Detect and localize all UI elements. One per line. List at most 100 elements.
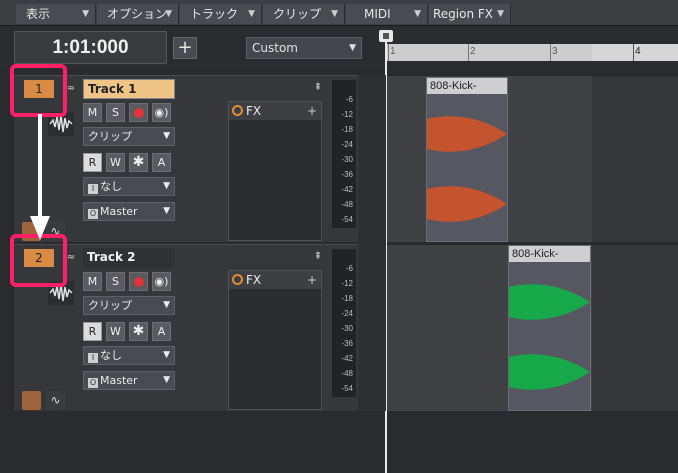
record-arm-button[interactable] [129,272,148,291]
chevron-down-icon: ▼ [165,9,172,19]
automation-a-button[interactable]: A [152,153,171,172]
preset-select[interactable]: Custom ▼ [246,37,362,59]
meter-scale-label: -36 [341,339,353,348]
meter-scale-label: -12 [341,279,353,288]
empty-timeline-area[interactable] [386,411,678,473]
automation-read-button[interactable]: R [83,153,102,172]
input-icon: I [88,353,98,363]
arrow-down-icon [30,114,50,240]
menu-clip[interactable]: クリップ ▼ [263,4,345,24]
add-fx-icon[interactable]: + [307,271,317,289]
menu-options[interactable]: オプション ▼ [97,4,179,24]
automation-write-button[interactable]: W [106,322,125,341]
automation-read-button[interactable]: R [83,322,102,341]
fx-label: FX [246,273,262,287]
meter-scale-label: -48 [341,369,353,378]
ruler-tick [633,44,634,61]
automation-a-button[interactable]: A [152,322,171,341]
output-value: Master [100,205,138,218]
input-select[interactable]: I なし ▼ [83,177,175,196]
power-icon[interactable] [232,105,243,116]
timecode-display[interactable]: 1:01:000 [14,31,167,64]
solo-button[interactable]: S [106,103,125,122]
chevron-down-icon: ▼ [163,375,170,385]
menu-options-label: オプション [107,7,168,21]
input-icon: I [88,184,98,194]
automation-asterisk-button[interactable]: ✱ [129,322,148,341]
meter-scale-label: -30 [341,324,353,333]
menu-bar: 表示 ▼ オプション ▼ トラック ▼ クリップ ▼ MIDI ▼ Region FX ▼ [0,0,678,26]
chevron-down-icon: ▼ [248,9,255,19]
menu-view[interactable]: 表示 ▼ [16,4,96,24]
input-value: なし [100,349,122,362]
fx-rack[interactable]: FX + [228,270,322,410]
meter-scale-label: -48 [341,200,353,209]
automation-lane-icon[interactable]: ∿ [46,391,65,410]
menu-midi[interactable]: MIDI ▼ [346,4,428,24]
ruler-mark: 4 [635,46,641,57]
collapse-track-icon[interactable]: ⇞ [312,82,324,94]
clip-mode-select[interactable]: クリップ ▼ [83,127,175,146]
solo-button[interactable]: S [106,272,125,291]
mute-button[interactable]: M [83,272,102,291]
record-icon [133,277,144,287]
automation-write-button[interactable]: W [106,153,125,172]
menu-clip-label: クリップ [273,7,322,21]
mute-button[interactable]: M [83,103,102,122]
loop-region[interactable] [386,44,592,61]
meter-scale-label: -42 [341,354,353,363]
fx-header[interactable]: FX + [229,102,321,120]
meter-scale-label: -12 [341,110,353,119]
add-fx-icon[interactable]: + [307,102,317,120]
meter-scale-label: -24 [341,140,353,149]
menu-track-label: トラック [190,7,239,21]
fx-header[interactable]: FX + [229,271,321,289]
meter-scale-label: -6 [345,95,353,104]
meter-scale-label: -54 [341,384,353,393]
clip-mode-value: クリップ [88,299,132,312]
output-select[interactable]: O Master ▼ [83,371,175,390]
input-value: なし [100,180,122,193]
output-select[interactable]: O Master ▼ [83,202,175,221]
collapse-track-icon[interactable]: ⇞ [312,251,324,263]
clip-title: 808-Kick- [427,78,507,94]
fx-rack[interactable]: FX + [228,101,322,241]
input-monitor-button[interactable]: ◉) [152,103,171,122]
speaker-icon: ◉) [154,275,169,288]
db-scale-column [358,75,386,411]
lane-shade [592,245,678,411]
menu-view-label: 表示 [26,7,51,21]
meter-scale-label: -54 [341,215,353,224]
automation-asterisk-button[interactable]: ✱ [129,153,148,172]
clip-mode-select[interactable]: クリップ ▼ [83,296,175,315]
fx-label: FX [246,104,262,118]
menu-track[interactable]: トラック ▼ [180,4,262,24]
audio-clip-track-1[interactable]: 808-Kick- [426,77,508,242]
add-track-button[interactable]: + [173,37,197,59]
track-name-field[interactable]: Track 2 [83,248,175,268]
meter-scale-label: -30 [341,155,353,164]
playhead-handle[interactable] [379,30,393,42]
meter-scale-label: -18 [341,125,353,134]
track-name-field[interactable]: Track 1 [83,79,175,99]
record-icon [133,108,144,118]
clip-waveform [509,284,590,390]
power-icon[interactable] [232,274,243,285]
chevron-down-icon: ▼ [163,300,170,310]
speaker-icon: ◉) [154,106,169,119]
menu-region-fx[interactable]: Region FX ▼ [429,4,511,24]
record-arm-button[interactable] [129,103,148,122]
meter-scale-label: -24 [341,309,353,318]
empty-track-area[interactable] [14,411,358,473]
audio-clip-track-2[interactable]: 808-Kick- [508,245,591,411]
track-settings-icon[interactable] [22,391,41,410]
chevron-down-icon: ▼ [331,9,338,19]
input-select[interactable]: I なし ▼ [83,346,175,365]
chevron-down-icon: ▼ [163,350,170,360]
chevron-down-icon: ▼ [414,9,421,19]
clip-waveform [427,116,507,222]
clip-title: 808-Kick- [509,246,590,262]
output-value: Master [100,374,138,387]
input-monitor-button[interactable]: ◉) [152,272,171,291]
meter-scale-label: -18 [341,294,353,303]
